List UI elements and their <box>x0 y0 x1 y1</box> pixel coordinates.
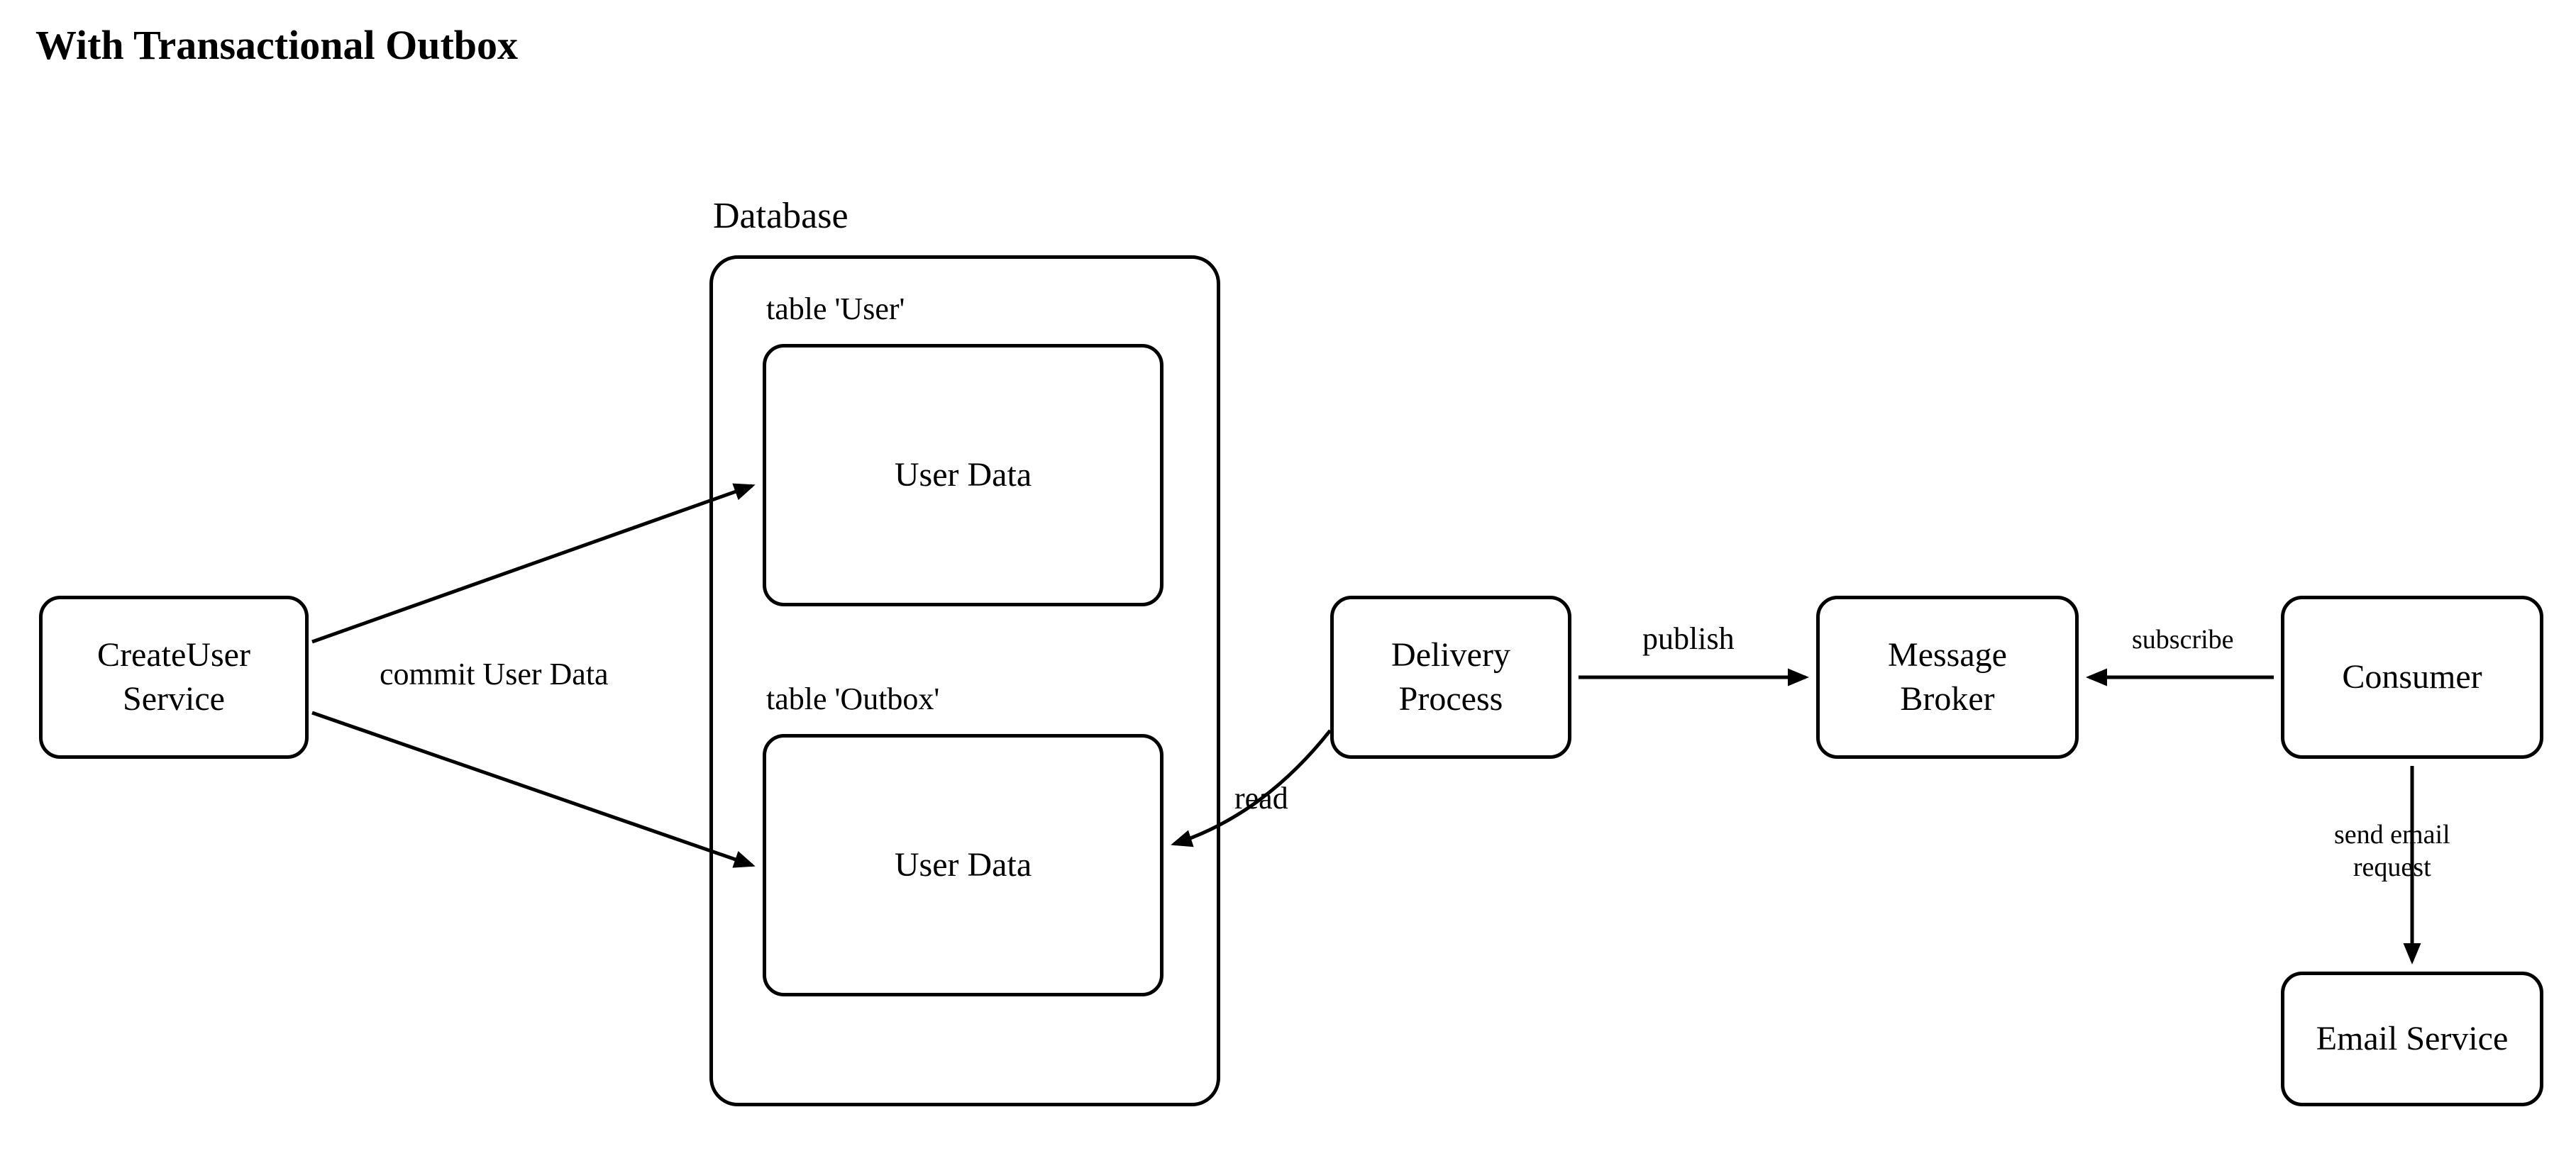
publish-label: publish <box>1642 621 1735 657</box>
user-data-box-1: User Data <box>763 344 1163 606</box>
read-label: read <box>1234 780 1288 816</box>
diagram-title: With Transactional Outbox <box>35 21 518 69</box>
arrows-layer <box>0 0 2576 1151</box>
consumer-text: Consumer <box>2342 655 2482 699</box>
message-broker-text: Message Broker <box>1888 633 2007 722</box>
table-user-label: table 'User' <box>766 291 905 327</box>
database-label: Database <box>713 195 848 237</box>
arrow-commit-outbox <box>312 713 752 865</box>
subscribe-label: subscribe <box>2132 624 2234 657</box>
email-service-text: Email Service <box>2316 1017 2509 1061</box>
create-user-service-text: CreateUser Service <box>97 633 250 722</box>
user-data-1-text: User Data <box>895 453 1032 497</box>
user-data-2-text: User Data <box>895 843 1032 887</box>
send-email-label: send email request <box>2334 819 2450 884</box>
arrow-commit-user <box>312 486 752 642</box>
message-broker-box: Message Broker <box>1816 596 2079 759</box>
consumer-box: Consumer <box>2281 596 2543 759</box>
commit-label: commit User Data <box>380 656 609 692</box>
email-service-box: Email Service <box>2281 972 2543 1106</box>
user-data-box-2: User Data <box>763 734 1163 996</box>
table-outbox-label: table 'Outbox' <box>766 681 939 717</box>
delivery-process-box: Delivery Process <box>1330 596 1571 759</box>
create-user-service-box: CreateUser Service <box>39 596 309 759</box>
delivery-process-text: Delivery Process <box>1391 633 1510 722</box>
